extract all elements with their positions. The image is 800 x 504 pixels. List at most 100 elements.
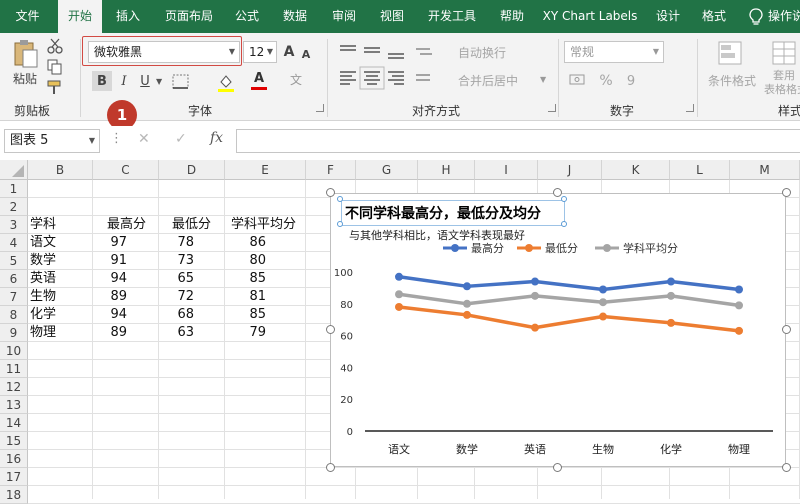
- font-color-button[interactable]: A: [250, 71, 268, 91]
- row-header[interactable]: 10: [0, 342, 28, 360]
- column-header[interactable]: K: [602, 160, 670, 180]
- column-header[interactable]: H: [418, 160, 475, 180]
- cell-e5[interactable]: 80: [238, 252, 266, 270]
- row-header[interactable]: 13: [0, 396, 28, 414]
- row-header[interactable]: 5: [0, 252, 28, 270]
- underline-button[interactable]: U: [136, 71, 154, 91]
- cell-c6[interactable]: 94: [99, 270, 127, 288]
- borders-icon[interactable]: [172, 74, 190, 90]
- chart-resize-handle[interactable]: [553, 463, 562, 472]
- row-header[interactable]: 17: [0, 468, 28, 486]
- chart-resize-handle[interactable]: [782, 325, 791, 334]
- title-resize-handle[interactable]: [561, 196, 567, 202]
- tab-page-layout[interactable]: 页面布局: [155, 0, 223, 33]
- row-header[interactable]: 7: [0, 288, 28, 306]
- fill-color-icon[interactable]: [217, 73, 235, 93]
- cell-e7[interactable]: 81: [238, 288, 266, 306]
- tab-data[interactable]: 数据: [273, 0, 317, 33]
- cut-icon[interactable]: [46, 38, 64, 54]
- tab-view[interactable]: 视图: [370, 0, 414, 33]
- alignment-dialog-launcher-icon[interactable]: [548, 104, 556, 112]
- chevron-down-icon[interactable]: ▼: [540, 75, 546, 84]
- cell-c9[interactable]: 89: [99, 324, 127, 342]
- phonetic-guide-button[interactable]: 文: [290, 71, 308, 91]
- row-header[interactable]: 2: [0, 198, 28, 216]
- conditional-formatting-icon[interactable]: [716, 39, 744, 67]
- chart-resize-handle[interactable]: [326, 325, 335, 334]
- cell-d5[interactable]: 73: [166, 252, 194, 270]
- tab-formulas[interactable]: 公式: [225, 0, 269, 33]
- cell-d4[interactable]: 78: [166, 234, 194, 252]
- format-as-table-icon[interactable]: [770, 39, 798, 67]
- title-resize-handle[interactable]: [337, 221, 343, 227]
- cell-b7[interactable]: 生物: [30, 288, 56, 306]
- conditional-formatting-button[interactable]: 条件格式: [704, 71, 760, 89]
- cell-b4[interactable]: 语文: [30, 234, 56, 252]
- insert-function-icon[interactable]: fx: [210, 130, 223, 146]
- cell-c5[interactable]: 91: [99, 252, 127, 270]
- cell-e8[interactable]: 85: [238, 306, 266, 324]
- tab-chart-format[interactable]: 格式: [694, 0, 734, 33]
- cell-b3[interactable]: 学科: [30, 216, 56, 234]
- column-header[interactable]: E: [225, 160, 306, 180]
- row-header[interactable]: 8: [0, 306, 28, 324]
- column-header[interactable]: I: [475, 160, 538, 180]
- cell-d7[interactable]: 72: [166, 288, 194, 306]
- grow-font-button[interactable]: A: [281, 42, 297, 62]
- cell-c7[interactable]: 89: [99, 288, 127, 306]
- row-header[interactable]: 15: [0, 432, 28, 450]
- wrap-text-button[interactable]: 自动换行: [458, 43, 528, 61]
- chart-resize-handle[interactable]: [782, 188, 791, 197]
- tab-file[interactable]: 文件: [0, 0, 55, 33]
- cell-b9[interactable]: 物理: [30, 324, 56, 342]
- cell-e6[interactable]: 85: [238, 270, 266, 288]
- row-header[interactable]: 16: [0, 450, 28, 468]
- paste-button[interactable]: 粘贴: [8, 69, 42, 87]
- font-name-select[interactable]: 微软雅黑 ▼: [88, 41, 240, 63]
- cell-c4[interactable]: 97: [99, 234, 127, 252]
- cell-b5[interactable]: 数学: [30, 252, 56, 270]
- row-header[interactable]: 12: [0, 378, 28, 396]
- cell-e4[interactable]: 86: [238, 234, 266, 252]
- format-painter-icon[interactable]: [46, 80, 64, 96]
- column-header[interactable]: B: [28, 160, 93, 180]
- number-format-select[interactable]: 常规 ▼: [564, 41, 664, 63]
- bold-button[interactable]: B: [92, 71, 112, 91]
- name-box[interactable]: 图表 5 ▼: [4, 129, 100, 153]
- column-header[interactable]: J: [538, 160, 602, 180]
- cell-e3[interactable]: 学科平均分: [231, 216, 296, 234]
- row-header[interactable]: 3: [0, 216, 28, 234]
- row-header[interactable]: 14: [0, 414, 28, 432]
- cell-d6[interactable]: 65: [166, 270, 194, 288]
- currency-format-icon[interactable]: [568, 71, 590, 91]
- tab-review[interactable]: 审阅: [322, 0, 366, 33]
- italic-button[interactable]: I: [116, 71, 132, 91]
- row-header[interactable]: 9: [0, 324, 28, 342]
- cell-c8[interactable]: 94: [99, 306, 127, 324]
- column-header[interactable]: F: [306, 160, 356, 180]
- cell-d8[interactable]: 68: [166, 306, 194, 324]
- column-header[interactable]: D: [159, 160, 225, 180]
- cell-d3[interactable]: 最低分: [172, 216, 211, 234]
- font-dialog-launcher-icon[interactable]: [316, 104, 324, 112]
- tab-help[interactable]: 帮助: [490, 0, 534, 33]
- chart-resize-handle[interactable]: [326, 188, 335, 197]
- chart-resize-handle[interactable]: [553, 188, 562, 197]
- chevron-down-icon[interactable]: ▼: [156, 77, 162, 86]
- row-header[interactable]: 1: [0, 180, 28, 198]
- select-all-corner[interactable]: [0, 160, 28, 180]
- chart-resize-handle[interactable]: [326, 463, 335, 472]
- row-header[interactable]: 18: [0, 486, 28, 504]
- lightbulb-icon[interactable]: [748, 8, 764, 26]
- cell-d9[interactable]: 63: [166, 324, 194, 342]
- cell-b6[interactable]: 英语: [30, 270, 56, 288]
- tab-insert[interactable]: 插入: [104, 0, 152, 33]
- title-resize-handle[interactable]: [337, 196, 343, 202]
- tab-home[interactable]: 开始: [58, 0, 102, 35]
- formula-bar-grip-icon[interactable]: ⋮: [110, 131, 123, 146]
- row-header[interactable]: 4: [0, 234, 28, 252]
- chart-resize-handle[interactable]: [782, 463, 791, 472]
- tab-xy-chart-labels[interactable]: XY Chart Labels: [538, 0, 642, 33]
- cell-b8[interactable]: 化学: [30, 306, 56, 324]
- column-header[interactable]: L: [670, 160, 730, 180]
